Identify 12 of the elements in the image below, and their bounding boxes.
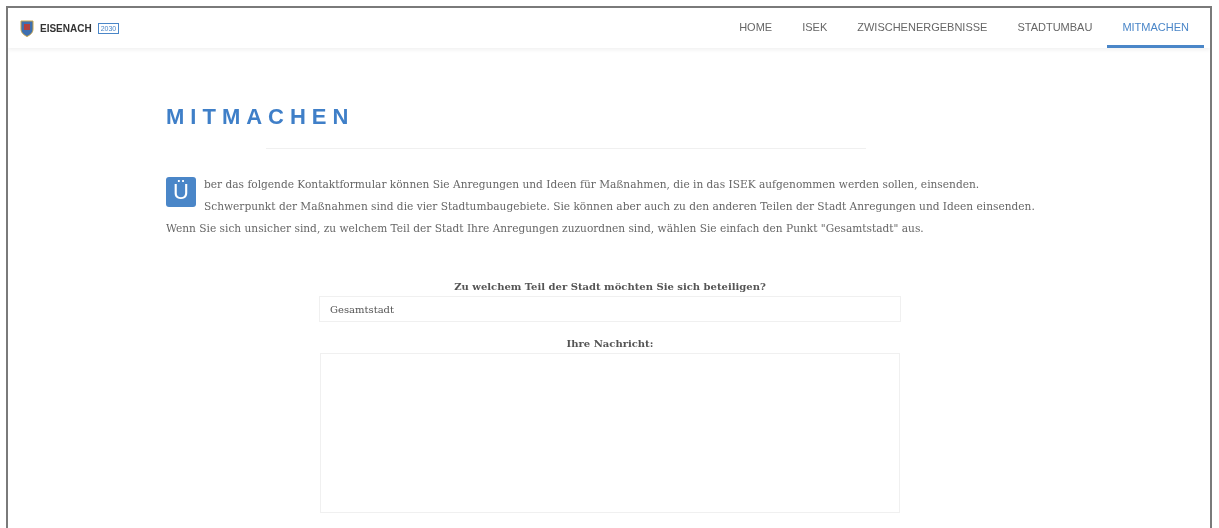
field-label: Zu welchem Teil der Stadt möchten Sie sich beteiligen?	[454, 281, 766, 292]
intro-paragraph: Ü ber das folgende Kontaktformular können Sie Anregungen und Ideen für Maßnahmen, die in das ISEK aufgenommen werden sollen, einsenden. Schwerpunkt der Maßnahmen sind die vier Stadtumbaugebiete. Sie können aber auch zu den anderen Teilen der Stadt Anregungen und Ideen einsenden. Wenn Sie sich unsicher sind, zu welchem Teil der Stadt Ihre Anregungen zuzuordnen sind, wählen Sie einfach den Punkt "Gesamtstadt" aus.	[166, 176, 1036, 236]
nav-link[interactable]: ZWISCHENERGEBNISSE	[842, 8, 1003, 48]
shield-icon	[20, 19, 34, 37]
page-title: MITMACHEN	[166, 104, 356, 130]
nav-link[interactable]: HOME	[724, 8, 788, 48]
field-label: Ihre Nachricht:	[566, 338, 654, 349]
nav-link[interactable]: STADTUMBAU	[1002, 8, 1108, 48]
area-select[interactable]: Gesamtstadt	[319, 296, 901, 322]
nav-link[interactable]: MITMACHEN	[1107, 8, 1204, 48]
nav-link[interactable]: ISEK	[787, 8, 843, 48]
logo-text: EISENACH	[40, 22, 92, 34]
